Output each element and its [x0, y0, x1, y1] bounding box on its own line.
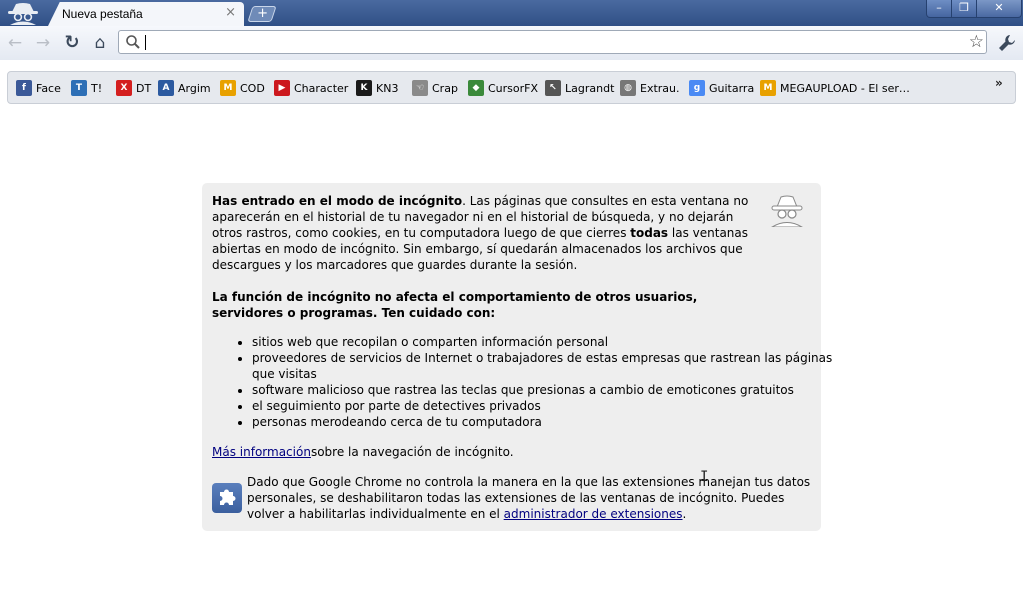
text-caret: [145, 35, 146, 50]
bookmark-label: Face: [36, 81, 61, 95]
bookmark-extrau[interactable]: ◍ Extrau.: [620, 80, 680, 96]
incognito-spy-icon: [771, 195, 803, 227]
bookmark-label: T!: [91, 81, 103, 95]
risk-list-item: sitios web que recopilan o comparten inf…: [252, 334, 852, 350]
facebook-icon: f: [16, 80, 32, 96]
bookmark-cod[interactable]: M COD: [220, 80, 265, 96]
more-info-link[interactable]: Más información: [212, 445, 311, 459]
reload-icon[interactable]: ↻: [61, 32, 83, 54]
extension-puzzle-icon: [212, 483, 242, 513]
bookmark-cursorfx[interactable]: ◆ CursorFX: [468, 80, 538, 96]
bookmark-guitarra[interactable]: g Guitarra: [689, 80, 754, 96]
bookmark-label: Crap: [432, 81, 458, 95]
bookmark-label: DT: [136, 81, 152, 95]
toolbar: ← → ↻ ⌂ ☆: [0, 26, 1023, 60]
new-tab-button[interactable]: +: [247, 6, 277, 22]
bookmark-label: Guitarra: [709, 81, 755, 95]
risk-list: sitios web que recopilan o comparten inf…: [212, 334, 852, 430]
youtube-icon: ▶: [274, 80, 290, 96]
bookmark-t[interactable]: T T!: [71, 80, 102, 96]
tab-title: Nueva pestaña: [62, 7, 143, 21]
bookmark-label: Argim: [178, 81, 211, 95]
home-icon[interactable]: ⌂: [89, 32, 111, 54]
risk-list-item: proveedores de servicios de Internet o t…: [252, 350, 852, 382]
forward-arrow-icon[interactable]: →: [32, 32, 54, 54]
dt-icon: X: [116, 80, 132, 96]
globe-icon: ◍: [620, 80, 636, 96]
hand-icon: ☜: [412, 80, 428, 96]
wrench-icon[interactable]: [996, 32, 1018, 54]
argim-icon: A: [158, 80, 174, 96]
bookmarks-bar: f Face T T! X DT A Argim M COD ▶ Character K KN3 ☜ Crap…: [7, 71, 1016, 104]
megaupload-icon: M: [220, 80, 236, 96]
bookmark-megaupload[interactable]: M MEGAUPLOAD - El ser…: [760, 80, 910, 96]
tab-close-icon[interactable]: ×: [225, 6, 236, 20]
bookmark-label: MEGAUPLOAD - El ser…: [780, 81, 910, 95]
bookmarks-overflow-chevron-icon[interactable]: »: [995, 76, 1003, 90]
bookmark-kn3[interactable]: K KN3: [356, 80, 398, 96]
close-window-button[interactable]: ✕: [976, 0, 1022, 18]
incognito-warning: La función de incógnito no afecta el com…: [212, 290, 698, 320]
incognito-info-panel: Has entrado en el modo de incógnito. Las…: [202, 183, 832, 531]
bookmark-face[interactable]: f Face: [16, 80, 61, 96]
title-bar: Nueva pestaña × + – ❐ ✕: [0, 0, 1023, 26]
kn3-icon: K: [356, 80, 372, 96]
restore-button[interactable]: ❐: [951, 0, 977, 18]
address-input[interactable]: [145, 33, 945, 51]
bookmark-argim[interactable]: A Argim: [158, 80, 211, 96]
extensions-notice-end: .: [682, 507, 687, 521]
minimize-button[interactable]: –: [926, 0, 952, 18]
omnibox[interactable]: ☆: [118, 30, 987, 54]
google-icon: g: [689, 80, 705, 96]
megaupload-icon: M: [760, 80, 776, 96]
bookmark-label: KN3: [376, 81, 399, 95]
more-info-line: Más informaciónsobre la navegación de in…: [212, 444, 514, 460]
plus-icon: +: [256, 6, 268, 21]
cursorfx-icon: ◆: [468, 80, 484, 96]
bookmark-label: Lagrandt: [565, 81, 615, 95]
bookmark-character[interactable]: ▶ Character: [274, 80, 348, 96]
tab-new-tab[interactable]: Nueva pestaña ×: [48, 2, 244, 26]
pointer-icon: ↖: [545, 80, 561, 96]
extensions-manager-link[interactable]: administrador de extensiones: [504, 507, 683, 521]
search-icon: [126, 35, 140, 49]
incognito-emphasis: todas: [630, 226, 669, 240]
bookmark-label: CursorFX: [488, 81, 539, 95]
bookmark-label: Character: [294, 81, 349, 95]
risk-list-item: personas merodeando cerca de tu computad…: [252, 414, 852, 430]
bookmark-lagrandt[interactable]: ↖ Lagrandt: [545, 80, 614, 96]
bookmark-star-icon[interactable]: ☆: [969, 32, 984, 52]
bookmark-label: COD: [240, 81, 265, 95]
bookmark-dt[interactable]: X DT: [116, 80, 151, 96]
bookmark-label: Extrau.: [640, 81, 680, 95]
incognito-description: Has entrado en el modo de incógnito. Las…: [212, 193, 757, 273]
bookmark-crap[interactable]: ☜ Crap: [412, 80, 458, 96]
risk-list-item: software malicioso que rastrea las tecla…: [252, 382, 852, 398]
incognito-spy-icon: [8, 3, 38, 25]
more-info-text: sobre la navegación de incógnito.: [310, 445, 514, 459]
taringa-icon: T: [71, 80, 87, 96]
extensions-notice: Dado que Google Chrome no controla la ma…: [247, 474, 812, 522]
text-cursor-icon: I: [700, 469, 709, 485]
incognito-heading: Has entrado en el modo de incógnito: [212, 194, 463, 208]
back-arrow-icon[interactable]: ←: [4, 32, 26, 54]
risk-list-item: el seguimiento por parte de detectives p…: [252, 398, 852, 414]
